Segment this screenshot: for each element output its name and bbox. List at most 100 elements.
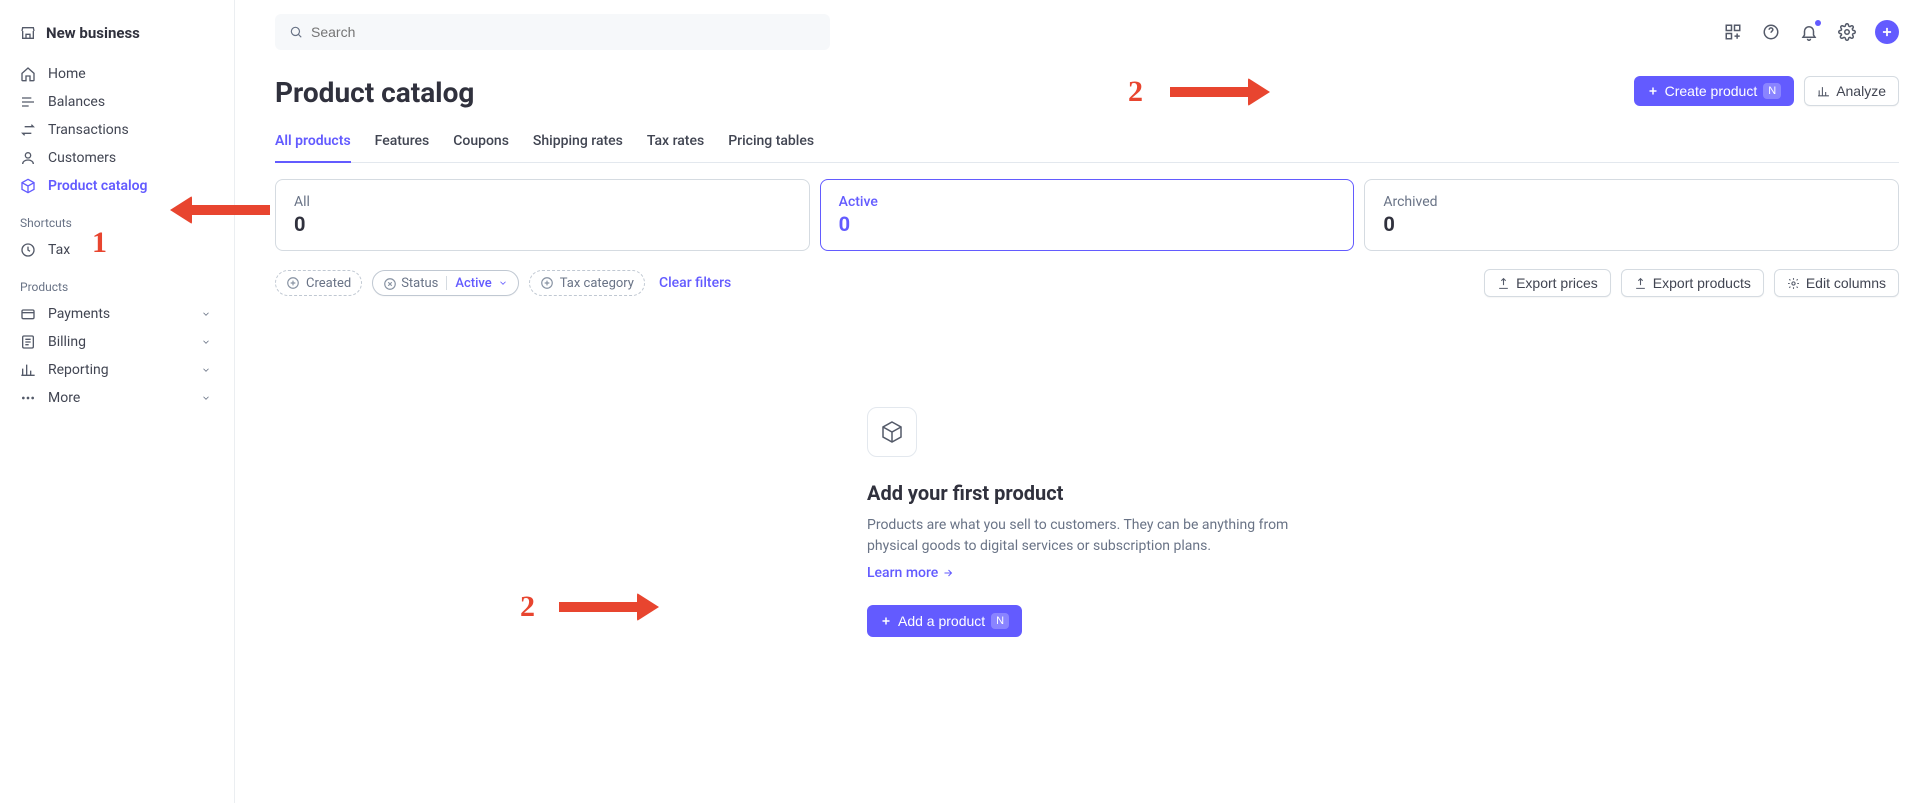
stat-card-all[interactable]: All 0 [275,179,810,251]
clear-filters-link[interactable]: Clear filters [659,275,731,291]
stat-label: All [294,194,791,210]
filter-label: Tax category [560,276,634,291]
export-icon [1497,277,1510,290]
button-label: Edit columns [1806,275,1886,291]
create-product-button[interactable]: Create product N [1634,76,1795,106]
chevron-down-icon [198,362,214,378]
sidebar: New business Home Balances Transactions … [0,0,235,803]
empty-description: Products are what you sell to customers.… [867,515,1307,557]
tab-coupons[interactable]: Coupons [453,123,509,162]
analyze-button[interactable]: Analyze [1804,76,1899,106]
search-input[interactable] [275,14,830,50]
box-icon [20,178,36,194]
sidebar-item-home[interactable]: Home [0,60,234,88]
sidebar-item-label: More [48,390,80,406]
sidebar-item-payments[interactable]: Payments [0,300,234,328]
keyboard-hint: N [991,613,1009,629]
main: Product catalog Create product N Analyze… [235,0,1919,803]
tab-features[interactable]: Features [375,123,430,162]
plus-icon [1647,85,1659,97]
add-product-button[interactable]: Add a product N [867,605,1022,637]
plus-circle-icon [286,276,300,290]
page-title: Product catalog [275,76,474,109]
filter-value: Active [455,276,491,291]
chart-icon [1817,85,1830,98]
products-section-title: Products [0,264,234,300]
sidebar-item-billing[interactable]: Billing [0,328,234,356]
stat-value: 0 [294,212,791,236]
sidebar-item-label: Tax [48,242,70,258]
transactions-icon [20,122,36,138]
sidebar-item-product-catalog[interactable]: Product catalog [0,172,234,200]
learn-more-link[interactable]: Learn more [867,565,954,581]
sidebar-item-more[interactable]: More [0,384,234,412]
arrow-right-icon [942,567,954,579]
plus-circle-icon [540,276,554,290]
create-icon[interactable] [1875,20,1899,44]
sidebar-item-label: Customers [48,150,116,166]
export-icon [1634,277,1647,290]
add-product-label: Add a product [898,613,985,629]
button-label: Export prices [1516,275,1598,291]
filter-chip-status[interactable]: Status Active [372,270,519,296]
button-label: Export products [1653,275,1751,291]
tab-shipping-rates[interactable]: Shipping rates [533,123,623,162]
help-icon[interactable] [1761,22,1781,42]
create-product-label: Create product [1665,83,1758,99]
box-icon [867,407,917,457]
search-field[interactable] [311,24,816,40]
chevron-down-icon [198,306,214,322]
chevron-down-icon [198,334,214,350]
shortcuts-section-title: Shortcuts [0,200,234,236]
wallet-icon [20,306,36,322]
more-icon [20,390,36,406]
sidebar-item-customers[interactable]: Customers [0,144,234,172]
sidebar-item-balances[interactable]: Balances [0,88,234,116]
sidebar-item-tax[interactable]: Tax [0,236,234,264]
filter-label: Created [306,276,351,291]
clock-icon [20,242,36,258]
keyboard-hint: N [1763,83,1781,99]
billing-icon [20,334,36,350]
topbar-actions [1723,20,1899,44]
sidebar-item-label: Reporting [48,362,109,378]
notification-dot [1815,20,1821,26]
tab-tax-rates[interactable]: Tax rates [647,123,704,162]
search-icon [289,25,303,39]
reporting-icon [20,362,36,378]
business-name: New business [46,24,140,42]
stat-label: Archived [1383,194,1880,210]
topbar [275,0,1899,64]
sidebar-item-reporting[interactable]: Reporting [0,356,234,384]
customers-icon [20,150,36,166]
apps-icon[interactable] [1723,22,1743,42]
bell-icon[interactable] [1799,22,1819,42]
learn-more-label: Learn more [867,565,938,581]
balances-icon [20,94,36,110]
export-products-button[interactable]: Export products [1621,269,1764,297]
settings-icon[interactable] [1837,22,1857,42]
chevron-down-icon [498,278,508,288]
stat-card-active[interactable]: Active 0 [820,179,1355,251]
filter-chip-created[interactable]: Created [275,270,362,296]
filter-label: Status [401,276,438,291]
sidebar-item-label: Home [48,66,86,82]
export-prices-button[interactable]: Export prices [1484,269,1611,297]
sidebar-item-label: Payments [48,306,110,322]
tab-pricing-tables[interactable]: Pricing tables [728,123,814,162]
empty-title: Add your first product [867,481,1063,505]
sidebar-item-label: Transactions [48,122,129,138]
edit-columns-button[interactable]: Edit columns [1774,269,1899,297]
stat-card-archived[interactable]: Archived 0 [1364,179,1899,251]
store-icon [20,25,36,41]
business-switcher[interactable]: New business [0,16,234,60]
stat-value: 0 [1383,212,1880,236]
home-icon [20,66,36,82]
filter-chip-tax-category[interactable]: Tax category [529,270,645,296]
analyze-label: Analyze [1836,83,1886,99]
sidebar-item-label: Product catalog [48,178,148,194]
stat-value: 0 [839,212,1336,236]
sidebar-item-transactions[interactable]: Transactions [0,116,234,144]
tab-all-products[interactable]: All products [275,123,351,163]
tabs: All products Features Coupons Shipping r… [275,123,1899,163]
